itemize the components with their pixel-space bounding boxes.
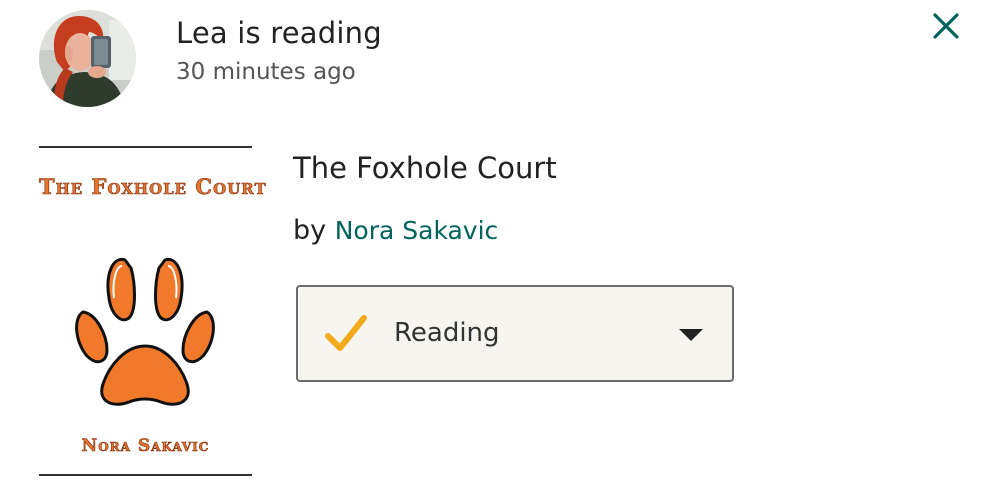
activity-title: Lea is reading [176,16,382,50]
shelf-status-dropdown[interactable]: Reading [296,285,734,382]
close-icon [933,13,959,39]
avatar[interactable] [39,10,136,107]
book-title[interactable]: The Foxhole Court [293,149,557,187]
author-link[interactable]: Nora Sakavic [335,216,499,245]
close-button[interactable] [930,10,962,42]
shelf-status-label: Reading [394,318,500,348]
book-cover[interactable]: The Foxhole Court Nora Sakavic [39,146,267,476]
check-icon [325,315,367,351]
reading-update-card: Lea is reading 30 minutes ago The Foxhol… [0,0,1000,488]
byline-prefix: by [293,215,327,246]
byline: by Nora Sakavic [293,213,498,249]
cover-title: The Foxhole Court [39,174,267,200]
cover-author: Nora Sakavic [81,436,210,457]
paw-print-icon [75,258,215,406]
activity-header: Lea is reading 30 minutes ago [176,14,382,89]
activity-timestamp: 30 minutes ago [176,59,356,85]
caret-down-icon [679,329,703,341]
